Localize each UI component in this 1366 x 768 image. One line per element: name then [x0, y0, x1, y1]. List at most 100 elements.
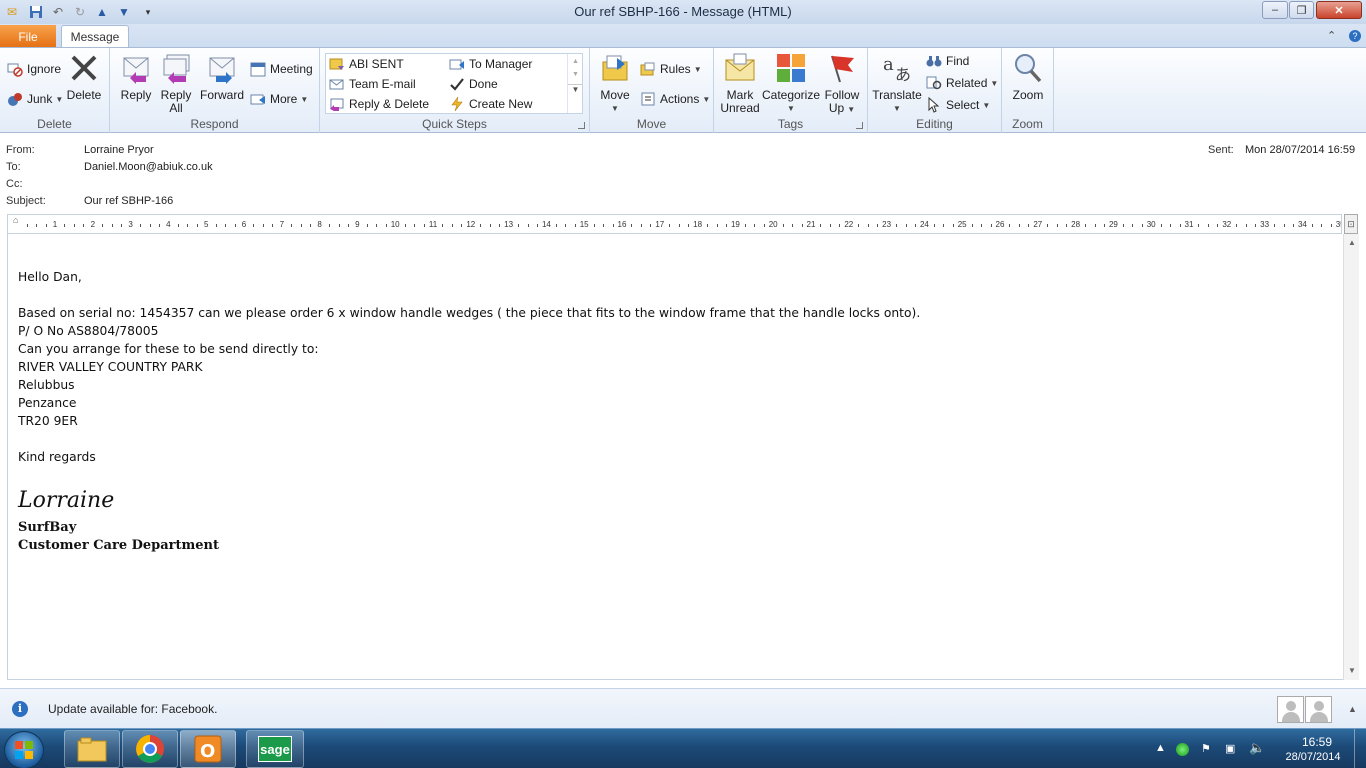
- ribbon: Ignore Junk ▼ Delete Delete Reply Reply A…: [0, 47, 1366, 133]
- forward-button[interactable]: Forward: [200, 52, 244, 102]
- chevron-down-icon: ▼: [990, 78, 999, 88]
- reply-all-button[interactable]: Reply All: [158, 52, 194, 115]
- ruler-minor-tick: [499, 224, 501, 227]
- scroll-up-icon[interactable]: ▲: [1344, 236, 1360, 250]
- ruler-minor-tick: [782, 224, 784, 227]
- ruler-tick-label: 8: [317, 220, 322, 229]
- message-body[interactable]: Hello Dan, Based on serial no: 1454357 c…: [7, 234, 1343, 680]
- minimize-ribbon-icon[interactable]: ⌃: [1327, 29, 1336, 42]
- info-icon: i: [12, 701, 28, 717]
- check-icon: [449, 76, 465, 92]
- clock-time[interactable]: 16:59: [1290, 735, 1344, 749]
- to-value[interactable]: Daniel.Moon@abiuk.co.uk: [84, 161, 213, 173]
- chevron-down-icon: ▼: [982, 100, 991, 110]
- expand-people-pane-icon[interactable]: ▲: [1348, 704, 1357, 714]
- quick-step-to-manager[interactable]: To Manager: [449, 55, 532, 73]
- minimize-button[interactable]: –: [1262, 1, 1288, 19]
- calendar-icon: [250, 61, 266, 77]
- svg-text:あ: あ: [895, 65, 911, 84]
- network-icon[interactable]: ▣: [1225, 742, 1235, 755]
- cc-label: Cc:: [6, 178, 23, 190]
- select-button[interactable]: Select ▼: [926, 96, 990, 114]
- action-center-flag-icon[interactable]: ⚑: [1201, 742, 1211, 755]
- scroll-up-icon[interactable]: ▲: [568, 58, 583, 65]
- delete-group: Ignore Junk ▼ Delete Delete: [0, 48, 110, 133]
- clock-date[interactable]: 28/07/2014: [1280, 751, 1346, 763]
- junk-button[interactable]: Junk ▼: [7, 90, 63, 108]
- dialog-launcher-icon[interactable]: [578, 122, 585, 129]
- quick-step-create-new[interactable]: Create New: [449, 95, 532, 113]
- dialog-launcher-icon[interactable]: [856, 122, 863, 129]
- actions-button[interactable]: Actions ▼: [640, 90, 710, 108]
- expand-gallery-icon[interactable]: ▼: [568, 84, 583, 94]
- svg-text:a: a: [883, 54, 894, 75]
- move-button[interactable]: Move ▼: [598, 52, 632, 115]
- ignore-button[interactable]: Ignore: [7, 60, 61, 78]
- avatar[interactable]: [1277, 696, 1304, 723]
- chrome-icon[interactable]: [122, 730, 178, 768]
- tab-message[interactable]: Message: [61, 25, 129, 48]
- view-ruler-icon[interactable]: ⊡: [1344, 214, 1358, 234]
- quick-step-abi-sent[interactable]: ABI SENT: [329, 55, 404, 73]
- zoom-button[interactable]: Zoom: [1008, 52, 1048, 102]
- show-desktop-button[interactable]: [1354, 729, 1366, 768]
- quick-steps-scroll[interactable]: ▲ ▼ ▼: [567, 54, 583, 113]
- volume-icon[interactable]: 🔈: [1249, 740, 1265, 756]
- more-button[interactable]: More ▼: [250, 90, 308, 108]
- start-button[interactable]: [4, 731, 44, 768]
- ruler-tick-label: 12: [466, 220, 476, 229]
- show-hidden-icons-icon[interactable]: ▲: [1155, 742, 1166, 754]
- ruler-minor-tick: [158, 224, 160, 227]
- sage-label: sage: [258, 736, 292, 762]
- quick-step-done[interactable]: Done: [449, 75, 498, 93]
- ruler-minor-tick: [801, 224, 803, 227]
- meeting-button[interactable]: Meeting: [250, 60, 313, 78]
- ruler-minor-tick: [489, 224, 491, 227]
- related-button[interactable]: Related ▼: [926, 74, 998, 92]
- help-icon[interactable]: ?: [1349, 30, 1361, 42]
- scroll-down-icon[interactable]: ▼: [1344, 664, 1360, 678]
- scroll-down-icon[interactable]: ▼: [568, 71, 583, 78]
- maximize-button[interactable]: ❐: [1289, 1, 1314, 19]
- ruler-tick-label: 26: [995, 220, 1005, 229]
- ruler-minor-tick: [707, 224, 709, 227]
- translate-button[interactable]: aあ Translate ▼: [872, 52, 922, 115]
- follow-up-button[interactable]: Follow Up ▼: [822, 52, 862, 116]
- address-line: RIVER VALLEY COUNTRY PARK: [18, 360, 203, 374]
- find-button[interactable]: Find: [926, 52, 969, 70]
- ruler-minor-tick: [640, 224, 642, 227]
- status-green-icon[interactable]: [1176, 743, 1189, 756]
- sage-icon[interactable]: sage: [246, 730, 304, 768]
- ruler-minor-tick: [215, 224, 217, 227]
- reply-button[interactable]: Reply: [118, 52, 154, 102]
- ruler-minor-tick: [102, 224, 104, 227]
- mark-unread-button[interactable]: Mark Unread: [718, 52, 762, 115]
- quick-step-team-email[interactable]: Team E-mail: [329, 75, 416, 93]
- ruler-minor-tick: [385, 224, 387, 227]
- ruler-tick-label: 30: [1146, 220, 1156, 229]
- chevron-down-icon: ▼: [847, 105, 856, 114]
- rules-button[interactable]: Rules ▼: [640, 60, 702, 78]
- categorize-button[interactable]: Categorize ▼: [762, 52, 820, 115]
- ruler-minor-tick: [140, 224, 142, 227]
- ruler-minor-tick: [404, 224, 406, 227]
- quick-step-reply-delete[interactable]: Reply & Delete: [329, 95, 429, 113]
- from-value[interactable]: Lorraine Pryor: [84, 144, 154, 156]
- delete-button[interactable]: Delete: [66, 52, 102, 102]
- close-button[interactable]: ✕: [1316, 1, 1362, 19]
- ruler-minor-tick: [1066, 224, 1068, 227]
- quick-steps-group: ABI SENT To Manager Team E-mail Done Rep…: [320, 48, 590, 133]
- avatar[interactable]: [1305, 696, 1332, 723]
- vertical-scrollbar[interactable]: ▲ ▼: [1343, 234, 1359, 680]
- ruler-minor-tick: [754, 224, 756, 227]
- svg-text:O: O: [200, 741, 215, 762]
- respond-group-label: Respond: [190, 117, 239, 131]
- from-label: From:: [6, 144, 35, 156]
- junk-icon: [7, 91, 23, 107]
- ruler-tick-label: 23: [882, 220, 892, 229]
- indent-marker-icon[interactable]: ⌂: [13, 215, 18, 225]
- update-notice[interactable]: Update available for: Facebook.: [48, 702, 217, 716]
- outlook-icon[interactable]: O: [180, 730, 236, 768]
- file-explorer-icon[interactable]: [64, 730, 120, 768]
- tab-file[interactable]: File: [0, 25, 56, 48]
